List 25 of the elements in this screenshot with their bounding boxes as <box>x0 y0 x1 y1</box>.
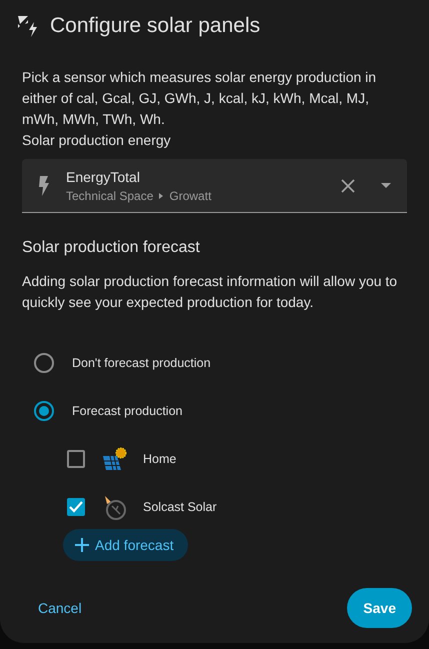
separator-icon <box>159 192 164 198</box>
add-forecast-button[interactable]: Add forecast <box>63 529 188 561</box>
sensor-name: EnergyTotal <box>66 168 141 184</box>
cancel-button[interactable]: Cancel <box>26 592 94 624</box>
sensor-area: Technical Space <box>66 188 154 202</box>
field-label: Solar production energy <box>22 131 172 150</box>
close-icon[interactable] <box>341 178 355 192</box>
plus-icon <box>75 538 89 552</box>
description-text: Pick a sensor which measures solar energy production in either of cal, Gcal, GJ, GWh, J, kcal, kJ, kWh, Mcal, MJ, mWh, MWh, TWh, Wh. <box>22 68 378 129</box>
sensor-select[interactable]: EnergyTotal Technical Space Growatt <box>22 159 407 213</box>
lightning-icon <box>38 176 50 196</box>
dialog-title: Configure solar panels <box>50 14 260 38</box>
radio-button[interactable] <box>34 353 54 373</box>
solar-panel-icon <box>101 446 127 472</box>
radio-button[interactable] <box>34 401 54 421</box>
device-name: Growatt <box>169 188 212 202</box>
radio-label: Forecast production <box>72 404 182 418</box>
checkbox[interactable] <box>67 498 85 516</box>
forecast-label: Solcast Solar <box>143 500 217 514</box>
section-heading: Solar production forecast <box>22 239 201 257</box>
forecast-label: Home <box>143 452 176 466</box>
caret-icon[interactable] <box>381 183 391 188</box>
checkbox[interactable] <box>67 450 85 468</box>
radio-label: Don't forecast production <box>72 356 211 370</box>
forecast-description: Adding solar production forecast information will allow you to quickly see your expected production for today. <box>22 272 398 312</box>
